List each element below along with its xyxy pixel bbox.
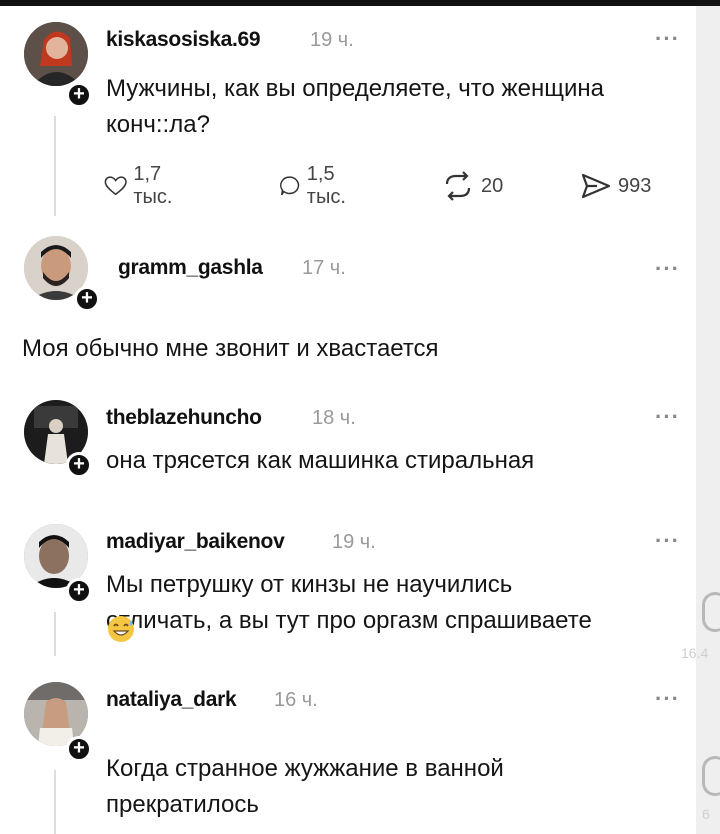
repost-button[interactable]: 20 [441, 168, 503, 204]
username[interactable]: gramm_gashla [118, 256, 263, 280]
username[interactable]: nataliya_dark [106, 688, 237, 712]
thread-line [54, 770, 56, 834]
top-bar [0, 0, 720, 6]
timestamp: 18 ч. [312, 407, 356, 429]
more-options-button[interactable]: ··· [655, 686, 680, 712]
username[interactable]: madiyar_baikenov [106, 530, 285, 554]
side-strip [696, 6, 720, 834]
post-text-line-2: конч::ла? [106, 111, 210, 138]
timestamp: 19 ч. [310, 29, 354, 51]
comment-text-line-2: отличать, а вы тут про оргазм спрашивает… [106, 607, 592, 634]
comment-text-line-1: Когда странное жужжание в ванной [106, 755, 504, 782]
side-count: 16.4 [681, 645, 709, 661]
timestamp: 17 ч. [302, 257, 346, 279]
emoji-line [106, 614, 136, 650]
smiling-sweat-emoji-icon [108, 616, 134, 642]
username[interactable]: kiskasosiska.69 [106, 28, 261, 52]
thread-line [54, 612, 56, 656]
thread-line [54, 116, 56, 216]
send-icon [581, 173, 611, 199]
like-button[interactable]: 1,7 тыс. [104, 163, 183, 208]
comment-icon [280, 176, 300, 196]
username[interactable]: theblazehuncho [106, 406, 262, 430]
like-count: 1,7 тыс. [133, 163, 173, 208]
repost-icon [445, 171, 471, 201]
more-options-button[interactable]: ··· [655, 404, 680, 430]
share-count: 993 [618, 174, 652, 197]
share-button[interactable]: 993 [580, 168, 651, 204]
comment-text: Моя обычно мне звонит и хвастается [22, 335, 439, 362]
follow-plus-button[interactable]: + [74, 286, 100, 312]
follow-plus-button[interactable]: + [66, 452, 92, 478]
more-options-button[interactable]: ··· [655, 256, 680, 282]
repost-count: 20 [481, 174, 504, 197]
side-count-2: 6 [702, 806, 710, 822]
comment-text: она трясется как машинка стиральная [106, 447, 535, 474]
comment-text-line-2: прекратилось [106, 791, 259, 818]
timestamp: 16 ч. [274, 689, 318, 711]
follow-plus-button[interactable]: + [66, 736, 92, 762]
more-options-button[interactable]: ··· [655, 26, 680, 52]
timestamp: 19 ч. [332, 531, 376, 553]
reply-count: 1,5 тыс. [306, 163, 346, 208]
more-options-button[interactable]: ··· [655, 528, 680, 554]
reply-button[interactable]: 1,5 тыс. [279, 163, 356, 208]
follow-plus-button[interactable]: + [66, 82, 92, 108]
comment-text-line-1: Мы петрушку от кинзы не научились [106, 571, 513, 598]
follow-plus-button[interactable]: + [66, 578, 92, 604]
avatar[interactable] [24, 22, 88, 86]
heart-icon [702, 592, 720, 632]
comment-icon [702, 756, 720, 796]
post-text-line-1: Мужчины, как вы определяете, что женщина [106, 75, 604, 102]
heart-icon [104, 176, 127, 196]
